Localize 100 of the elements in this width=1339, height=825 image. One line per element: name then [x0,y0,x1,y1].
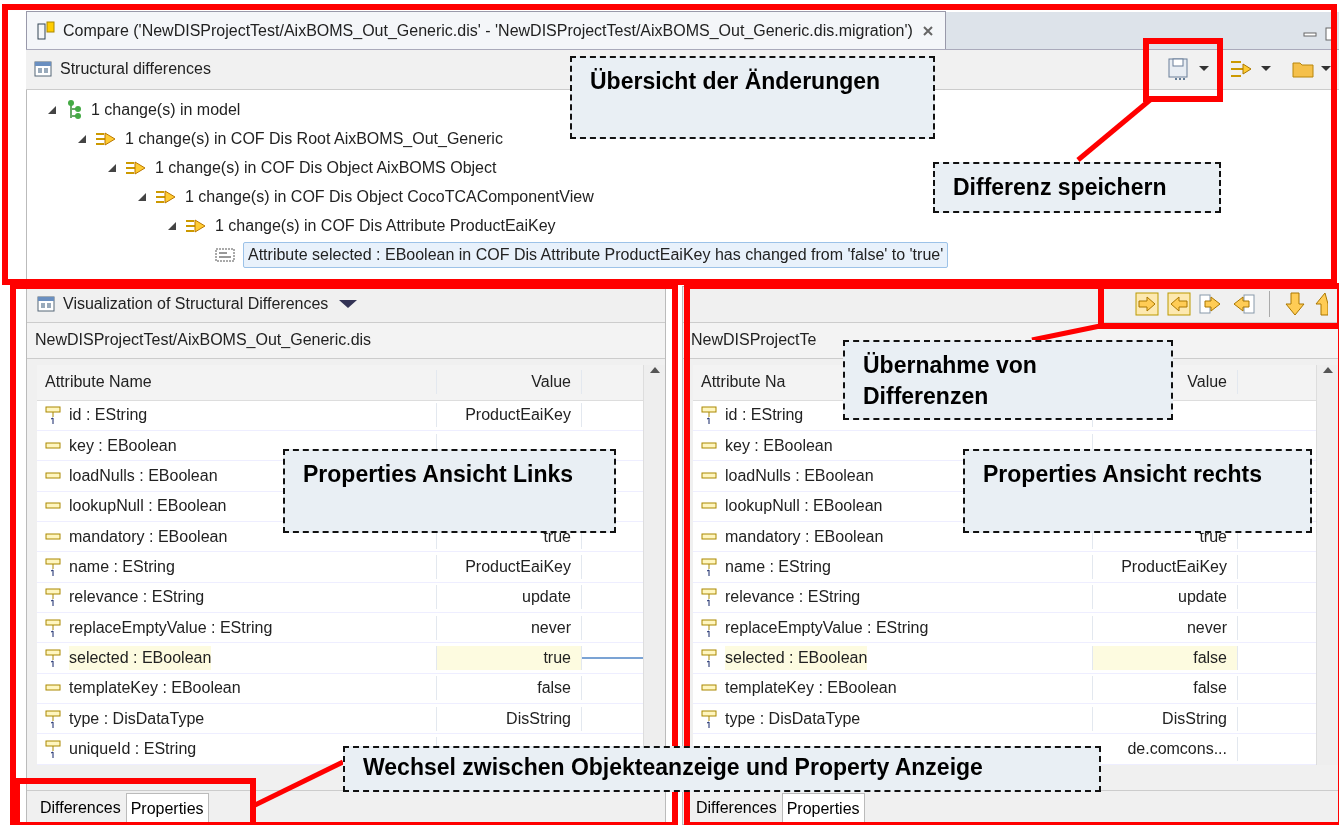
table-cell: true [437,646,582,671]
callout-note: Übernahme von Differenzen [843,340,1173,420]
property-icon [701,587,717,608]
arrow-icon [155,188,177,207]
table-cell: update [437,585,582,610]
tree-item[interactable]: 1 change(s) in model [91,98,241,123]
flag-icon [701,683,717,694]
copy-all-left-icon[interactable] [1167,292,1191,317]
table-cell-text: id : EString [725,405,804,426]
property-icon [701,617,717,638]
table-cell: ProductEaiKey [437,403,582,428]
table-cell-text: key : EBoolean [725,435,833,456]
callout-note: Wechsel zwischen Objekteanzeige und Property Anzeige [343,746,1101,792]
table-cell-text: loadNulls : EBoolean [69,466,218,486]
table-cell-text: loadNulls : EBoolean [725,466,874,486]
table-cell-text: mandatory : EBoolean [725,526,884,547]
table-cell: never [437,615,582,640]
table-cell: false [1093,646,1238,671]
arrow-icon [95,130,117,149]
connector-line [582,657,643,660]
attribute-icon [215,247,235,264]
flag-icon [45,440,61,451]
property-icon [45,405,61,426]
expand-arrow-icon[interactable] [107,163,117,174]
expand-arrow-icon[interactable] [137,192,147,203]
property-icon [701,648,717,669]
expand-arrow-icon[interactable] [47,105,57,116]
copy-right-icon[interactable] [1199,292,1223,317]
table-cell-text: type : DisDataType [725,708,861,729]
table-cell-text: lookupNull : EBoolean [725,496,883,517]
view-tab[interactable]: Properties [781,793,865,824]
close-icon[interactable] [920,23,935,38]
callout-note: Properties Ansicht Links [283,449,616,533]
column-header: Attribute Name [37,370,437,395]
down-arrow-icon[interactable] [1284,292,1306,317]
arrow-icon [125,159,147,178]
flag-icon [701,531,717,542]
view-tab[interactable]: Properties [125,793,209,824]
property-icon [45,617,61,638]
callout-note: Übersicht der Änderungen [570,56,935,139]
table-cell: DisString [1093,706,1238,731]
flag-icon [45,501,61,512]
tree-item[interactable]: 1 change(s) in COF Dis Object CocoTCAComponentView [185,185,594,210]
table-cell: ProductEaiKey [437,555,582,580]
table-cell-text: templateKey : EBoolean [69,678,241,699]
flag-icon [701,501,717,512]
view-tab[interactable]: Differences [691,792,782,824]
table-cell: false [1093,676,1238,701]
flag-icon [701,440,717,451]
table-cell: selected : EBoolean [69,646,212,671]
up-arrow-icon[interactable] [1314,292,1328,317]
window-title: Compare ('NewDISProjectTest/AixBOMS_Out_Generic.dis' - 'NewDISProjectTest/AixBOMS_Out_Generic.dis.migration') [63,20,913,41]
table-cell-text: replaceEmptyValue : EString [725,617,929,638]
copy-all-right-icon[interactable] [1135,292,1159,317]
property-icon [45,648,61,669]
property-icon [45,708,61,729]
view-title: Structural differences [60,59,211,80]
flag-icon [45,471,61,481]
table-cell-text: id : EString [69,405,148,426]
table-cell-text: type : DisDataType [69,708,205,729]
editor-tab[interactable]: Compare ('NewDISProjectTest/AixBOMS_Out_Generic.dis' - 'NewDISProjectTest/AixBOMS_Out_Generic.dis.migration') [26,11,946,49]
tree-item[interactable]: 1 change(s) in COF Dis Root AixBOMS_Out_Generic [125,127,503,152]
table-cell-text: key : EBoolean [69,435,177,456]
table-cell: ProductEaiKey [1093,555,1238,580]
property-icon [701,557,717,578]
tree-icon [65,99,83,122]
callout-note: Properties Ansicht rechts [963,449,1312,533]
copy-left-icon[interactable] [1231,292,1255,317]
view-tab[interactable]: Differences [35,792,126,824]
compare-icon [37,20,55,41]
table-cell-text: name : EString [69,557,175,578]
table-cell-text: name : EString [725,557,831,578]
table-cell: false [437,676,582,701]
table-cell-text: relevance : EString [725,587,861,608]
tree-item[interactable]: Attribute selected : EBoolean in COF Dis Attribute ProductEaiKey has changed from 'false' to 'true' [243,242,949,269]
view-icon [34,60,52,79]
tree-item[interactable]: 1 change(s) in COF Dis Object AixBOMS Object [155,156,497,181]
table-cell-text: replaceEmptyValue : EString [69,617,273,638]
arrow-icon [185,217,207,236]
view-icon [37,295,55,314]
table-cell: DisString [437,706,582,731]
property-icon [701,405,717,426]
table-cell-text: relevance : EString [69,587,205,608]
table-cell-text: templateKey : EBoolean [725,678,897,699]
property-icon [45,739,61,760]
property-icon [701,708,717,729]
property-icon [45,587,61,608]
table-cell-text: mandatory : EBoolean [69,526,228,547]
property-icon [45,557,61,578]
tree-item[interactable]: 1 change(s) in COF Dis Attribute ProductEaiKey [215,214,556,239]
table-cell-text: lookupNull : EBoolean [69,496,227,517]
expand-arrow-icon[interactable] [167,221,177,232]
flag-icon [701,471,717,481]
callout-note: Differenz speichern [933,162,1221,213]
table-cell: selected : EBoolean [725,646,868,671]
column-header: Value [437,370,582,395]
view-title: Visualization of Structural Differences [63,294,329,315]
expand-arrow-icon[interactable] [77,134,87,145]
table-cell-text: uniqueId : EString [69,739,197,760]
flag-icon [45,683,61,694]
